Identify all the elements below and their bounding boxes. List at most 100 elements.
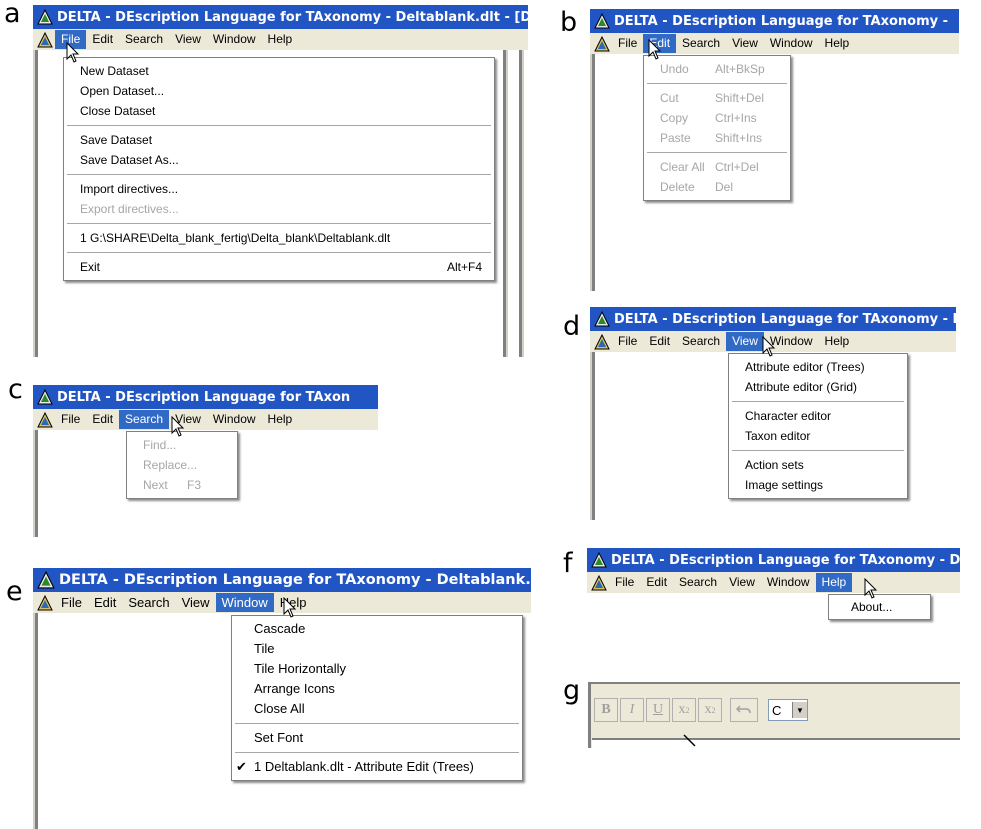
menu-separator [732, 450, 904, 451]
delta-app-icon[interactable] [37, 411, 53, 428]
menu-window[interactable]: Window [761, 573, 816, 592]
menu-item-undo[interactable]: Undo Alt+BkSp [644, 59, 790, 79]
menu-view[interactable]: View [176, 593, 216, 612]
menu-help[interactable]: Help [819, 332, 856, 351]
subscript-button[interactable]: x2 [698, 698, 722, 722]
panel-g-toolbar: B I U x2 x2 C ▼ [588, 682, 960, 748]
style-combobox[interactable]: C ▼ [768, 699, 808, 721]
menu-edit[interactable]: Edit [88, 593, 122, 612]
underline-button[interactable]: U [646, 698, 670, 722]
menu-item-attribute-editor-trees[interactable]: Attribute editor (Trees) [729, 357, 907, 377]
menu-item-attribute-editor-grid[interactable]: Attribute editor (Grid) [729, 377, 907, 397]
menu-item-tile[interactable]: Tile [232, 639, 522, 659]
menu-help[interactable]: Help [815, 573, 853, 592]
help-dropdown-menu: About... [828, 594, 931, 620]
menu-file[interactable]: File [612, 332, 643, 351]
subscript-label: x [704, 702, 712, 717]
menu-edit[interactable]: Edit [643, 332, 676, 351]
menu-item-close-dataset[interactable]: Close Dataset [64, 101, 494, 121]
menu-item-arrange-icons[interactable]: Arrange Icons [232, 679, 522, 699]
menu-edit[interactable]: Edit [640, 573, 673, 592]
menu-item-replace[interactable]: Replace... [127, 455, 237, 475]
menu-item-tile-horizontally[interactable]: Tile Horizontally [232, 659, 522, 679]
menu-item-delete[interactable]: Delete Del [644, 177, 790, 197]
window-title: DELTA - DEscription Language for TAxon [57, 389, 351, 405]
menu-item-taxon-editor[interactable]: Taxon editor [729, 426, 907, 446]
menu-bar: File Edit Search View Window Help [33, 592, 531, 613]
menu-item-label: Undo [660, 62, 689, 76]
delta-app-icon[interactable] [591, 574, 607, 591]
menu-search[interactable]: Search [122, 593, 175, 612]
bold-button[interactable]: B [594, 698, 618, 722]
menu-file[interactable]: File [612, 34, 643, 53]
menu-item-action-sets[interactable]: Action sets [729, 455, 907, 475]
italic-button[interactable]: I [620, 698, 644, 722]
menu-item-next[interactable]: Next F3 [127, 475, 237, 495]
menu-view[interactable]: View [169, 30, 207, 49]
delta-app-icon[interactable] [594, 333, 610, 350]
superscript-button[interactable]: x2 [672, 698, 696, 722]
menu-search[interactable]: Search [119, 410, 170, 429]
delta-app-icon[interactable] [37, 31, 53, 48]
menu-item-cascade[interactable]: Cascade [232, 619, 522, 639]
menu-window[interactable]: Window [215, 593, 274, 612]
dropdown-arrow-icon[interactable]: ▼ [792, 702, 807, 718]
delta-app-icon[interactable] [594, 35, 610, 52]
menu-item-recent-file[interactable]: 1 G:\SHARE\Delta_blank_fertig\Delta_blan… [64, 228, 494, 248]
menu-search[interactable]: Search [673, 573, 723, 592]
menu-item-close-all[interactable]: Close All [232, 699, 522, 719]
edit-dropdown-menu: Undo Alt+BkSp Cut Shift+Del Copy Ctrl+Ins P… [643, 55, 791, 201]
title-bar: DELTA - DEscription Language for TAxon [33, 385, 378, 409]
mouse-cursor-icon [66, 42, 80, 63]
menu-item-export-directives[interactable]: Export directives... [64, 199, 494, 219]
menu-search[interactable]: Search [676, 332, 726, 351]
superscript-mark: 2 [685, 705, 690, 715]
menu-view[interactable]: View [726, 332, 764, 351]
menu-item-exit[interactable]: Exit Alt+F4 [64, 257, 494, 277]
menu-separator [647, 83, 787, 84]
undo-button[interactable] [730, 698, 758, 722]
menu-item-save-dataset[interactable]: Save Dataset [64, 130, 494, 150]
menu-item-new-dataset[interactable]: New Dataset [64, 61, 494, 81]
menu-item-image-settings[interactable]: Image settings [729, 475, 907, 495]
menu-window[interactable]: Window [764, 34, 819, 53]
search-dropdown-menu: Find... Replace... Next F3 [126, 431, 238, 499]
menu-item-window-1[interactable]: ✔ 1 Deltablank.dlt - Attribute Edit (Tre… [232, 757, 522, 777]
view-dropdown-menu: Attribute editor (Trees) Attribute edito… [728, 353, 908, 499]
menu-file[interactable]: File [609, 573, 640, 592]
menu-item-set-font[interactable]: Set Font [232, 728, 522, 748]
mouse-cursor-icon [648, 39, 662, 60]
combo-value: C [772, 702, 782, 718]
menu-search[interactable]: Search [676, 34, 726, 53]
menu-help[interactable]: Help [262, 410, 299, 429]
menu-view[interactable]: View [723, 573, 761, 592]
menu-item-cut[interactable]: Cut Shift+Del [644, 88, 790, 108]
title-bar: DELTA - DEscription Language for TAxonom… [587, 548, 960, 572]
menu-edit[interactable]: Edit [86, 410, 119, 429]
client-border [33, 613, 38, 829]
menu-view[interactable]: View [726, 34, 764, 53]
menu-help[interactable]: Help [819, 34, 856, 53]
delta-app-icon[interactable] [37, 594, 53, 611]
menu-window[interactable]: Window [207, 30, 262, 49]
menu-item-import-directives[interactable]: Import directives... [64, 179, 494, 199]
menu-help[interactable]: Help [262, 30, 299, 49]
window-title: DELTA - DEscription Language for TAxonom… [614, 311, 956, 327]
menu-file[interactable]: File [55, 410, 86, 429]
menu-item-label: Delete [660, 180, 695, 194]
menu-item-character-editor[interactable]: Character editor [729, 406, 907, 426]
mouse-cursor-icon [283, 597, 297, 618]
menu-item-find[interactable]: Find... [127, 435, 237, 455]
menu-shortcut: Shift+Ins [715, 131, 763, 145]
menu-edit[interactable]: Edit [86, 30, 119, 49]
menu-item-copy[interactable]: Copy Ctrl+Ins [644, 108, 790, 128]
menu-window[interactable]: Window [207, 410, 262, 429]
menu-search[interactable]: Search [119, 30, 169, 49]
menu-item-save-dataset-as[interactable]: Save Dataset As... [64, 150, 494, 170]
menu-item-about[interactable]: About... [829, 597, 930, 617]
menu-item-label: Copy [660, 111, 689, 125]
menu-item-open-dataset[interactable]: Open Dataset... [64, 81, 494, 101]
menu-item-paste[interactable]: Paste Shift+Ins [644, 128, 790, 148]
menu-item-clear-all[interactable]: Clear All Ctrl+Del [644, 157, 790, 177]
menu-file[interactable]: File [55, 593, 88, 612]
